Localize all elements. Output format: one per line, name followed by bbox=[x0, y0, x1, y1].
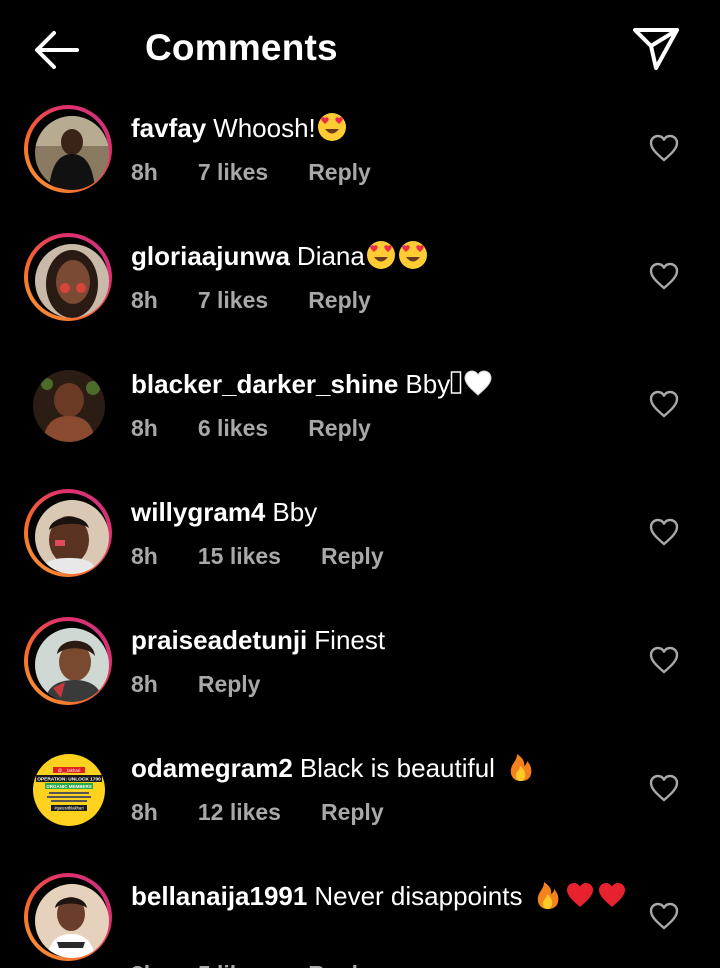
comment-meta: 8h 7 likes Reply bbox=[131, 155, 371, 189]
likes-count[interactable]: 5 likes bbox=[198, 957, 268, 968]
heart-outline-icon bbox=[649, 390, 679, 418]
comment-text: Black is beautiful bbox=[299, 753, 495, 783]
like-button[interactable] bbox=[648, 901, 680, 931]
reply-button[interactable]: Reply bbox=[308, 283, 371, 317]
reply-button[interactable]: Reply bbox=[198, 667, 261, 701]
username[interactable]: favfay bbox=[131, 113, 206, 143]
like-button[interactable] bbox=[648, 517, 680, 547]
heart-eyes-emoji-icon bbox=[365, 239, 397, 271]
comment-text: Diana bbox=[296, 241, 365, 271]
red-heart-emoji-icon bbox=[596, 879, 628, 911]
reply-button[interactable]: Reply bbox=[321, 539, 384, 573]
avatar-text-members: ORGANIC MEMBERS bbox=[46, 784, 92, 789]
avatar bbox=[35, 116, 109, 190]
comment-meta: 8h 6 likes Reply bbox=[131, 411, 371, 445]
likes-count[interactable]: 7 likes bbox=[198, 283, 268, 317]
comment-meta: 8h 15 likes Reply bbox=[131, 539, 384, 573]
comment-meta: 8h Reply bbox=[131, 667, 260, 701]
comment-item: @__lakhari OPERATION: UNLOCK 1700 ORGANI… bbox=[0, 743, 720, 871]
story-ring[interactable] bbox=[24, 489, 112, 577]
avatar-container[interactable] bbox=[24, 361, 112, 449]
heart-outline-icon bbox=[649, 774, 679, 802]
comment-text: Bby bbox=[272, 497, 318, 527]
avatar bbox=[35, 884, 109, 958]
comment-text: Whoosh! bbox=[213, 113, 316, 143]
reply-button[interactable]: Reply bbox=[321, 795, 384, 829]
page-title: Comments bbox=[145, 27, 338, 68]
top-bar: Comments bbox=[0, 0, 720, 96]
timestamp: 8h bbox=[131, 543, 158, 569]
comment-meta: 8h 5 likes Reply bbox=[131, 957, 371, 968]
timestamp: 8h bbox=[131, 415, 158, 441]
reply-button[interactable]: Reply bbox=[308, 411, 371, 445]
username[interactable]: bellanaija1991 bbox=[131, 881, 307, 911]
avatar-text-operation: OPERATION: UNLOCK 1700 bbox=[37, 777, 101, 783]
comment-item: favfay Whoosh! 8h 7 likes Reply bbox=[0, 103, 720, 231]
back-button[interactable] bbox=[30, 28, 82, 72]
avatar: @__lakhari OPERATION: UNLOCK 1700 ORGANI… bbox=[33, 754, 105, 826]
avatar bbox=[35, 628, 109, 702]
comment-item: blacker_darker_shine Bby 8h 6 likes Reply bbox=[0, 359, 720, 487]
timestamp: 8h bbox=[131, 287, 158, 313]
paper-plane-icon bbox=[633, 28, 679, 70]
username[interactable]: blacker_darker_shine bbox=[131, 369, 398, 399]
fire-emoji-icon bbox=[505, 751, 537, 783]
timestamp: 8h bbox=[131, 159, 158, 185]
username[interactable]: odamegram2 bbox=[131, 753, 293, 783]
timestamp: 8h bbox=[131, 671, 158, 697]
heart-outline-icon bbox=[649, 262, 679, 290]
username[interactable]: praiseadetunji bbox=[131, 625, 307, 655]
username[interactable]: gloriaajunwa bbox=[131, 241, 290, 271]
timestamp: 8h bbox=[131, 957, 158, 968]
story-ring[interactable] bbox=[24, 105, 112, 193]
comment-item: willygram4 Bby 8h 15 likes Reply bbox=[0, 487, 720, 615]
like-button[interactable] bbox=[648, 261, 680, 291]
username[interactable]: willygram4 bbox=[131, 497, 265, 527]
heart-outline-icon bbox=[649, 518, 679, 546]
like-button[interactable] bbox=[648, 389, 680, 419]
comment-text: Never disappoints bbox=[314, 881, 523, 911]
story-ring[interactable] bbox=[24, 873, 112, 961]
avatar-text-handle: @__lakhari bbox=[58, 768, 81, 773]
likes-count[interactable]: 6 likes bbox=[198, 411, 268, 445]
timestamp: 8h bbox=[131, 799, 158, 825]
heart-eyes-emoji-icon bbox=[316, 111, 348, 143]
story-ring[interactable] bbox=[24, 617, 112, 705]
white-heart-icon bbox=[462, 367, 494, 399]
likes-count[interactable]: 7 likes bbox=[198, 155, 268, 189]
comment-item: gloriaajunwa Diana 8h 7 likes Reply bbox=[0, 231, 720, 359]
missing-glyph-icon bbox=[450, 367, 462, 399]
avatar bbox=[35, 500, 109, 574]
reply-button[interactable]: Reply bbox=[308, 155, 371, 189]
comment-item: praiseadetunji Finest 8h Reply bbox=[0, 615, 720, 743]
avatar bbox=[33, 370, 105, 442]
fire-emoji-icon bbox=[532, 879, 564, 911]
comment-meta: 8h 7 likes Reply bbox=[131, 283, 371, 317]
likes-count[interactable]: 12 likes bbox=[198, 795, 281, 829]
arrow-left-icon bbox=[35, 31, 79, 69]
red-heart-emoji-icon bbox=[564, 879, 596, 911]
heart-eyes-emoji-icon bbox=[397, 239, 429, 271]
like-button[interactable] bbox=[648, 645, 680, 675]
reply-button[interactable]: Reply bbox=[308, 957, 371, 968]
likes-count[interactable]: 15 likes bbox=[198, 539, 281, 573]
comment-text: Bby bbox=[405, 369, 451, 399]
comment-meta: 8h 12 likes Reply bbox=[131, 795, 384, 829]
heart-outline-icon bbox=[649, 646, 679, 674]
avatar bbox=[35, 244, 109, 318]
heart-outline-icon bbox=[649, 134, 679, 162]
comment-text: Finest bbox=[314, 625, 386, 655]
like-button[interactable] bbox=[648, 133, 680, 163]
share-button[interactable] bbox=[630, 24, 682, 72]
comment-item: bellanaija1991Never disappoints 8h 5 like… bbox=[0, 871, 720, 968]
heart-outline-icon bbox=[649, 902, 679, 930]
avatar-container[interactable]: @__lakhari OPERATION: UNLOCK 1700 ORGANI… bbox=[24, 745, 112, 833]
like-button[interactable] bbox=[648, 773, 680, 803]
story-ring[interactable] bbox=[24, 233, 112, 321]
avatar-text-hashtag: #gatesitblakhari bbox=[54, 806, 83, 811]
